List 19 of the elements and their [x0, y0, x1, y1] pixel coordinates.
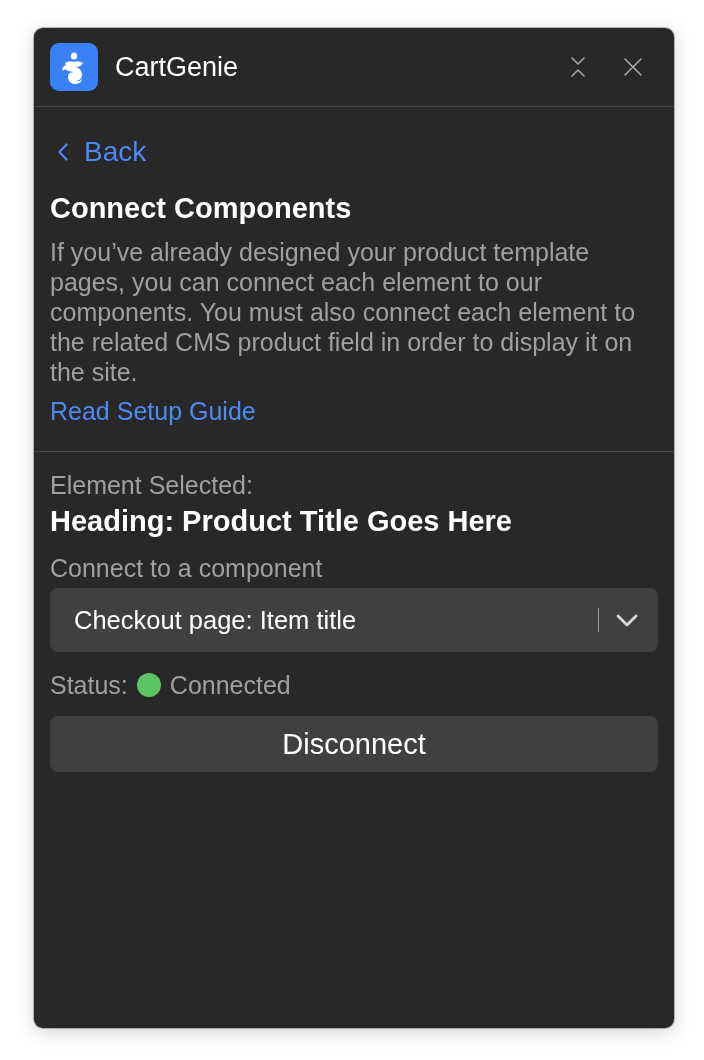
setup-guide-link[interactable]: Read Setup Guide	[50, 396, 256, 426]
disconnect-button[interactable]: Disconnect	[50, 716, 658, 772]
intro-paragraph: If you’ve already designed your product template pages, you can connect each element to our components. You must also connect each element to the related CMS product field in order to display it on the site.	[50, 237, 637, 387]
status-label: Status:	[50, 670, 128, 700]
chevron-down-icon	[616, 613, 638, 627]
window-title: CartGenie	[115, 51, 240, 84]
status-text: Connected	[169, 670, 291, 700]
section-heading: Connect Components	[50, 191, 352, 226]
selected-element-name: Heading: Product Title Goes Here	[50, 504, 512, 538]
genie-logo-icon	[50, 43, 98, 91]
element-selected-label: Element Selected:	[50, 470, 253, 500]
close-icon	[624, 58, 642, 76]
component-label: Connect to a component	[50, 553, 323, 583]
chevron-left-icon	[58, 143, 68, 161]
close-button[interactable]	[624, 58, 642, 76]
back-link[interactable]: Back	[50, 135, 147, 169]
collapse-button[interactable]	[570, 56, 586, 78]
component-dropdown[interactable]: Checkout page: Item title	[50, 588, 658, 652]
collapse-icon	[570, 56, 586, 78]
